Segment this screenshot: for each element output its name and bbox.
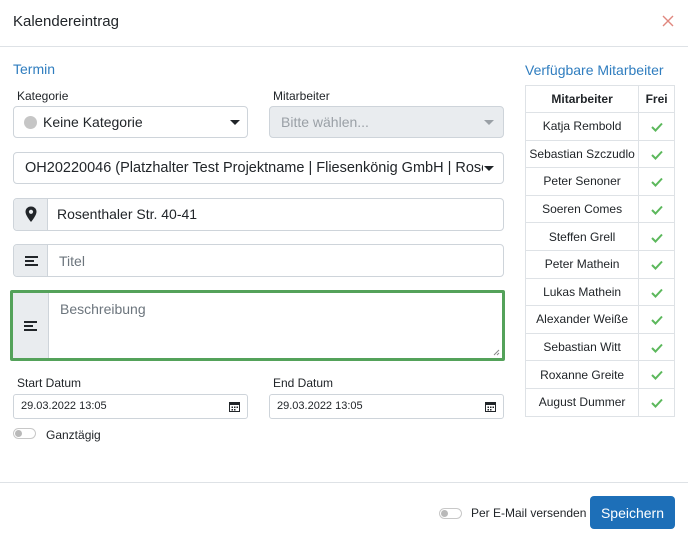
kategorie-select[interactable]: Keine Kategorie <box>13 106 248 138</box>
check-icon <box>650 343 663 353</box>
employee-free-cell <box>638 305 675 334</box>
adresse-value: Rosenthaler Str. 40-41 <box>57 206 198 222</box>
calendar-icon[interactable] <box>229 401 240 412</box>
employee-free-cell <box>638 332 675 362</box>
table-row: Katja Rembold <box>524 112 675 141</box>
email-toggle-label: Per E-Mail versenden <box>471 506 587 520</box>
section-title-termin: Termin <box>13 61 56 77</box>
check-icon <box>650 398 663 409</box>
chevron-down-icon <box>230 120 240 125</box>
employee-free-cell <box>638 167 675 196</box>
toggle-knob <box>15 430 22 437</box>
check-icon <box>650 150 663 160</box>
employee-free-cell <box>638 222 675 251</box>
mitarbeiter-label: Mitarbeiter <box>273 89 330 103</box>
calendar-entry-modal: Kalendereintrag Termin Kategorie Keine K… <box>0 0 688 541</box>
employee-name: Peter Mathein <box>524 249 640 279</box>
table-row: Peter Senoner <box>524 167 675 196</box>
employee-free-cell <box>638 139 675 169</box>
employee-name: Katja Rembold <box>524 112 640 141</box>
mitarbeiter-select[interactable]: Bitte wählen... <box>269 106 504 138</box>
employee-name: Soeren Comes <box>524 194 640 224</box>
ganztaegig-label: Ganztägig <box>46 428 101 442</box>
employee-free-cell <box>638 277 675 307</box>
check-icon <box>650 288 663 298</box>
check-icon <box>650 260 663 271</box>
check-icon <box>650 233 663 243</box>
table-row: Sebastian Witt <box>524 332 675 362</box>
kategorie-label: Kategorie <box>17 89 69 103</box>
end-datum-input[interactable]: 29.03.2022 13:05 <box>269 394 504 419</box>
table-header-row: Mitarbeiter Frei <box>524 85 675 113</box>
map-marker-icon <box>14 199 48 230</box>
table-row: Sebastian Szczudlo <box>524 139 675 169</box>
projekt-value: OH20220046 (Platzhalter Test Projektname… <box>25 160 483 176</box>
table-row: Peter Mathein <box>524 249 675 279</box>
column-header-frei: Frei <box>638 85 675 113</box>
employee-free-cell <box>638 360 675 389</box>
mitarbeiter-placeholder: Bitte wählen... <box>281 114 369 130</box>
modal-title: Kalendereintrag <box>13 13 119 30</box>
start-datum-input[interactable]: 29.03.2022 13:05 <box>13 394 248 419</box>
employee-name: Sebastian Witt <box>524 332 640 362</box>
align-justify-icon <box>13 293 49 358</box>
ganztaegig-toggle[interactable] <box>13 428 36 439</box>
adresse-input-group[interactable]: Rosenthaler Str. 40-41 <box>13 198 504 231</box>
column-header-mitarbeiter: Mitarbeiter <box>524 85 640 113</box>
employee-name: Lukas Mathein <box>524 277 640 307</box>
table-row: Alexander Weiße <box>524 305 675 334</box>
check-icon <box>650 122 663 133</box>
employee-free-cell <box>638 112 675 141</box>
check-icon <box>650 316 663 326</box>
employee-free-cell <box>638 387 675 417</box>
kategorie-value: Keine Kategorie <box>43 114 143 130</box>
save-button[interactable]: Speichern <box>590 496 675 529</box>
beschreibung-textarea[interactable]: Beschreibung <box>10 290 505 361</box>
available-employees-title: Verfügbare Mitarbeiter <box>525 62 664 78</box>
end-datum-value: 29.03.2022 13:05 <box>277 400 363 412</box>
table-row: Soeren Comes <box>524 194 675 224</box>
employee-free-cell <box>638 249 675 279</box>
chevron-down-icon <box>484 166 494 171</box>
check-icon <box>650 205 663 215</box>
check-icon <box>650 371 663 381</box>
projekt-select[interactable]: OH20220046 (Platzhalter Test Projektname… <box>13 152 504 184</box>
resize-grip-icon[interactable] <box>492 348 500 356</box>
employees-table-body: Katja Rembold Sebastian Szczudlo Peter Sen… <box>524 112 675 417</box>
employee-name: August Dummer <box>524 387 640 417</box>
toggle-knob <box>441 510 448 517</box>
employee-name: Roxanne Greite <box>524 360 640 389</box>
calendar-icon[interactable] <box>485 401 496 412</box>
employee-name: Peter Senoner <box>524 167 640 196</box>
table-row: Lukas Mathein <box>524 277 675 307</box>
start-datum-value: 29.03.2022 13:05 <box>21 400 107 412</box>
start-datum-label: Start Datum <box>17 376 82 390</box>
check-icon <box>650 178 663 188</box>
employee-free-cell <box>638 194 675 224</box>
titel-input-group[interactable]: Titel <box>13 244 504 277</box>
titel-input[interactable]: Titel <box>59 253 85 269</box>
end-datum-label: End Datum <box>273 376 334 390</box>
table-row: Roxanne Greite <box>524 360 675 389</box>
employees-table: Mitarbeiter Frei Katja Rembold Sebastian … <box>524 85 675 417</box>
employee-name: Steffen Grell <box>524 222 640 251</box>
modal-header: Kalendereintrag <box>0 0 688 47</box>
category-color-dot <box>24 116 37 129</box>
employee-name: Sebastian Szczudlo <box>524 139 640 169</box>
align-justify-icon <box>14 245 48 276</box>
close-icon[interactable] <box>660 12 676 30</box>
table-row: August Dummer <box>524 387 675 417</box>
employee-name: Alexander Weiße <box>524 305 640 334</box>
beschreibung-placeholder: Beschreibung <box>60 301 146 317</box>
email-toggle[interactable] <box>439 508 462 519</box>
table-row: Steffen Grell <box>524 222 675 251</box>
chevron-down-icon <box>484 120 494 125</box>
